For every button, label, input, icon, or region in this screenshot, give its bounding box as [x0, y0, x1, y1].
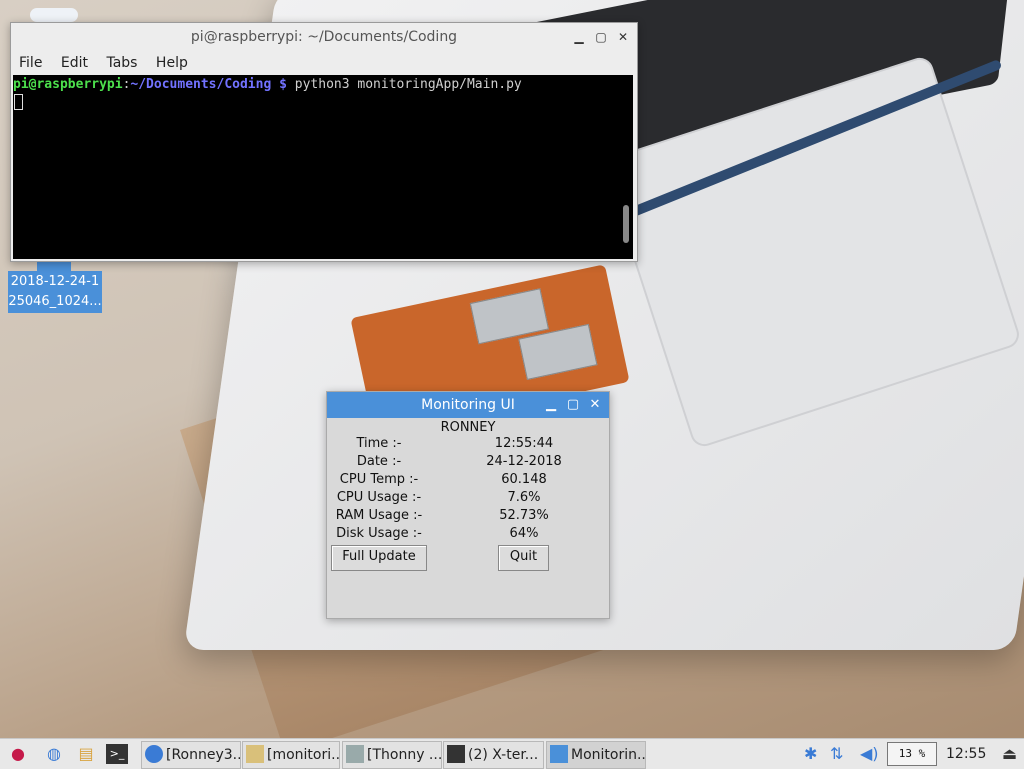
close-icon[interactable]: ✕: [615, 23, 631, 51]
stat-value: 52.73%: [499, 508, 549, 523]
task-label: [Thonny ...: [367, 747, 442, 763]
stat-value: 60.148: [501, 472, 547, 487]
maximize-icon[interactable]: ▢: [593, 23, 609, 51]
task-chromium[interactable]: [Ronney3...: [141, 741, 241, 769]
prompt-path: ~/Documents/Coding $: [130, 77, 287, 92]
file-manager-icon[interactable]: ▤: [75, 744, 97, 764]
monitoring-title: Monitoring UI: [421, 397, 515, 413]
terminal-cursor: [14, 94, 23, 110]
stat-label: Time :-: [356, 436, 402, 451]
stat-value: 24-12-2018: [486, 454, 562, 469]
terminal-titlebar[interactable]: pi@raspberrypi: ~/Documents/Coding ▁ ▢ ✕: [11, 23, 637, 51]
minimize-icon[interactable]: ▁: [543, 392, 559, 418]
stat-label: CPU Usage :-: [336, 490, 422, 505]
minimize-icon[interactable]: ▁: [571, 23, 587, 51]
terminal-scrollbar[interactable]: [623, 205, 629, 243]
stat-label: CPU Temp :-: [339, 472, 419, 487]
thonny-icon: [346, 745, 364, 763]
task-xterm[interactable]: (2) X-ter...: [443, 741, 544, 769]
file-label-line2: 25046_1024...: [8, 294, 102, 309]
eject-icon[interactable]: ⏏: [1002, 744, 1017, 763]
menu-tabs[interactable]: Tabs: [106, 55, 137, 71]
stat-label: RAM Usage :-: [335, 508, 423, 523]
monitoring-titlebar[interactable]: Monitoring UI ▁ ▢ ✕: [327, 392, 609, 418]
desktop-trash-icon[interactable]: [30, 8, 78, 22]
menu-help[interactable]: Help: [156, 55, 188, 71]
desktop-file-label[interactable]: 2018-12-24-1 25046_1024...: [8, 271, 102, 313]
network-arrows-icon[interactable]: ⇅: [830, 744, 843, 763]
maximize-icon[interactable]: ▢: [565, 392, 581, 418]
stat-value: 64%: [509, 526, 539, 541]
stat-row-date: Date :- 24-12-2018: [327, 454, 609, 472]
task-thonny[interactable]: [Thonny ...: [342, 741, 442, 769]
stat-row-ram-usage: RAM Usage :- 52.73%: [327, 508, 609, 526]
volume-icon[interactable]: ◀): [860, 744, 879, 763]
stat-row-cpu-usage: CPU Usage :- 7.6%: [327, 490, 609, 508]
terminal-launcher-icon[interactable]: >_: [106, 744, 128, 764]
command-text: python3 monitoringApp/Main.py: [286, 77, 522, 92]
task-label: [monitori...: [267, 747, 340, 763]
taskbar: ● ◍ ▤ >_ [Ronney3... [monitori... [Thonn…: [0, 738, 1024, 769]
quit-button[interactable]: Quit: [498, 545, 549, 571]
menu-edit[interactable]: Edit: [61, 55, 88, 71]
folder-icon: [246, 745, 264, 763]
terminal-icon: [447, 745, 465, 763]
menu-file[interactable]: File: [19, 55, 42, 71]
stat-value: 7.6%: [507, 490, 541, 505]
stat-label: Date :-: [356, 454, 402, 469]
stat-row-time: Time :- 12:55:44: [327, 436, 609, 454]
monitoring-window[interactable]: Monitoring UI ▁ ▢ ✕ RONNEY Time :- 12:55…: [326, 391, 610, 619]
task-label: Monitorin...: [571, 747, 646, 763]
chromium-icon: [145, 745, 163, 763]
stat-label: Disk Usage :-: [336, 526, 422, 541]
terminal-title: pi@raspberrypi: ~/Documents/Coding: [190, 29, 458, 45]
terminal-output[interactable]: pi@raspberrypi:~/Documents/Coding $ pyth…: [13, 75, 633, 259]
task-label: (2) X-ter...: [468, 747, 539, 763]
window-icon: [550, 745, 568, 763]
file-label-line1: 2018-12-24-1: [10, 274, 100, 289]
raspberry-menu-icon[interactable]: ●: [7, 744, 29, 764]
stat-row-cpu-temp: CPU Temp :- 60.148: [327, 472, 609, 490]
stat-value: 12:55:44: [494, 436, 554, 451]
terminal-menubar: File Edit Tabs Help: [11, 51, 637, 75]
terminal-command-line: pi@raspberrypi:~/Documents/Coding $ pyth…: [13, 75, 633, 92]
cpu-usage-monitor[interactable]: 13 %: [887, 742, 937, 766]
host-name: RONNEY: [440, 420, 496, 435]
full-update-button[interactable]: Full Update: [331, 545, 427, 571]
close-icon[interactable]: ✕: [587, 392, 603, 418]
stat-row-disk-usage: Disk Usage :- 64%: [327, 526, 609, 544]
bluetooth-icon[interactable]: ✱: [804, 744, 817, 763]
task-file-manager[interactable]: [monitori...: [242, 741, 340, 769]
clock[interactable]: 12:55: [946, 739, 986, 769]
task-monitoring-ui[interactable]: Monitorin...: [546, 741, 646, 769]
browser-globe-icon[interactable]: ◍: [43, 744, 65, 764]
terminal-window[interactable]: pi@raspberrypi: ~/Documents/Coding ▁ ▢ ✕…: [10, 22, 638, 262]
task-label: [Ronney3...: [166, 747, 241, 763]
prompt-user: pi@raspberrypi: [13, 77, 123, 92]
